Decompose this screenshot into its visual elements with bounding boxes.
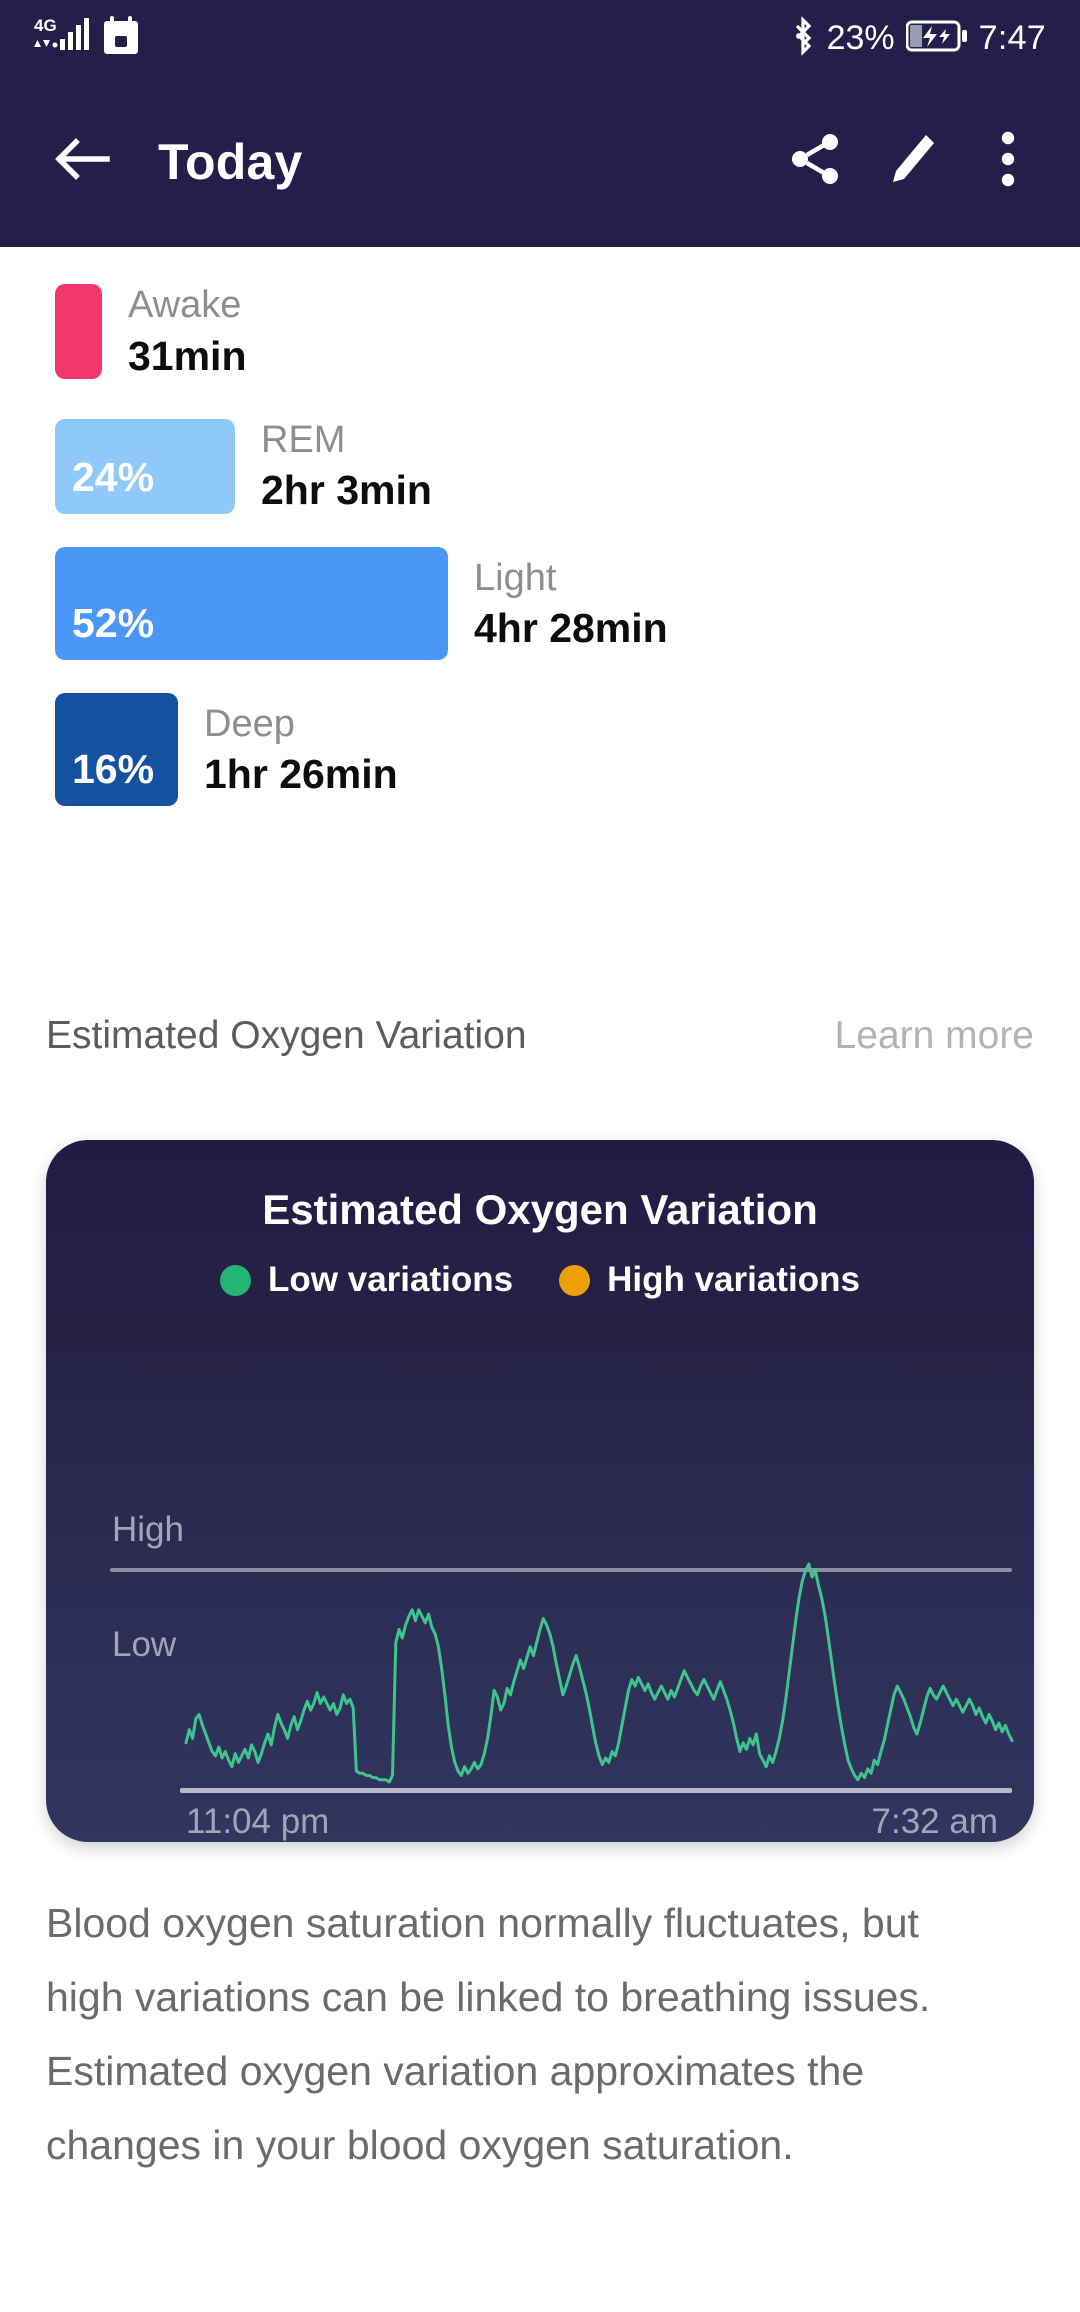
clock-label: 7:47 <box>978 18 1046 57</box>
svg-text:4G: 4G <box>34 16 57 35</box>
legend-label-low: Low variations <box>268 1260 514 1299</box>
edit-button[interactable] <box>864 114 960 210</box>
sleep-stage-row-rem[interactable]: 24% REM 2hr 3min <box>55 417 1080 516</box>
sleep-stage-row-light[interactable]: 52% Light 4hr 28min <box>55 547 1080 661</box>
stage-bar-light: 52% <box>55 547 448 661</box>
legend-dot-low-icon <box>220 1264 252 1296</box>
stage-percent-rem: 24% <box>72 453 155 500</box>
stage-percent-light: 52% <box>72 600 155 647</box>
calendar-icon <box>102 15 140 61</box>
section-title: Estimated Oxygen Variation <box>46 1014 527 1057</box>
stage-name-light: Light <box>474 556 557 599</box>
legend-item-low: Low variations <box>220 1260 513 1300</box>
x-axis-end-label: 7:32 am <box>871 1802 998 1841</box>
page-title: Today <box>158 133 303 190</box>
stage-duration-light: 4hr 28min <box>474 605 668 652</box>
stage-name-rem: REM <box>261 418 346 461</box>
battery-charging-icon <box>905 19 968 58</box>
status-bar: 4G 23% 7:47 <box>0 0 1080 76</box>
pencil-edit-icon <box>886 131 938 192</box>
stage-duration-rem: 2hr 3min <box>261 467 432 514</box>
back-arrow-icon <box>54 136 110 187</box>
overflow-menu-button[interactable] <box>960 114 1056 210</box>
sleep-stage-row-awake[interactable]: Awake 31min <box>55 282 1080 381</box>
x-axis-line <box>180 1788 1012 1793</box>
status-bar-right: 23% 7:47 <box>790 15 1046 61</box>
sleep-stage-list: Awake 31min 24% REM 2hr 3min 52% Light 4… <box>0 247 1080 807</box>
stage-text-deep: Deep 1hr 26min <box>204 701 398 800</box>
share-icon <box>788 131 844 192</box>
stage-percent-deep: 16% <box>72 746 155 793</box>
description-text: Blood oxygen saturation normally fluctua… <box>46 1900 931 2168</box>
oxygen-variation-line-chart <box>184 1562 1014 1784</box>
sleep-detail-screen: 4G 23% 7:47 Today Awake 31min 24% REM 2h… <box>0 0 1080 2312</box>
stage-text-light: Light 4hr 28min <box>474 555 668 654</box>
stage-name-awake: Awake <box>128 284 242 326</box>
stage-percent-awake <box>55 363 72 379</box>
stage-duration-deep: 1hr 26min <box>204 751 398 798</box>
battery-percent-label: 23% <box>826 18 895 57</box>
app-bar: Today <box>0 76 1080 247</box>
section-header-oxygen: Estimated Oxygen Variation Learn more <box>0 1014 1080 1058</box>
stage-duration-awake: 31min <box>128 332 247 379</box>
more-vertical-icon <box>1000 130 1016 193</box>
signal-bars-icon: 4G <box>34 15 92 62</box>
stage-bar-rem: 24% <box>55 418 235 514</box>
chart-legend: Low variations High variations <box>46 1260 1034 1300</box>
bluetooth-icon <box>790 15 816 61</box>
legend-item-high: High variations <box>559 1260 860 1300</box>
back-button[interactable] <box>34 114 130 210</box>
stage-text-rem: REM 2hr 3min <box>261 417 432 516</box>
chart-plot-area: High Low 11:04 pm 7:32 am <box>46 1510 1034 1842</box>
status-bar-left: 4G <box>34 15 140 62</box>
stage-text-awake: Awake 31min <box>128 282 247 381</box>
stage-bar-deep: 16% <box>55 693 178 807</box>
sleep-stage-row-deep[interactable]: 16% Deep 1hr 26min <box>55 693 1080 807</box>
stage-bar-awake <box>55 283 102 379</box>
legend-label-high: High variations <box>607 1260 860 1299</box>
learn-more-link[interactable]: Learn more <box>835 1014 1034 1058</box>
oxygen-variation-card[interactable]: Estimated Oxygen Variation Low variation… <box>46 1140 1034 1842</box>
x-axis-start-label: 11:04 pm <box>186 1802 330 1841</box>
share-button[interactable] <box>768 114 864 210</box>
legend-dot-high-icon <box>559 1264 591 1296</box>
stage-name-deep: Deep <box>204 702 295 745</box>
chart-title: Estimated Oxygen Variation <box>262 1186 818 1233</box>
